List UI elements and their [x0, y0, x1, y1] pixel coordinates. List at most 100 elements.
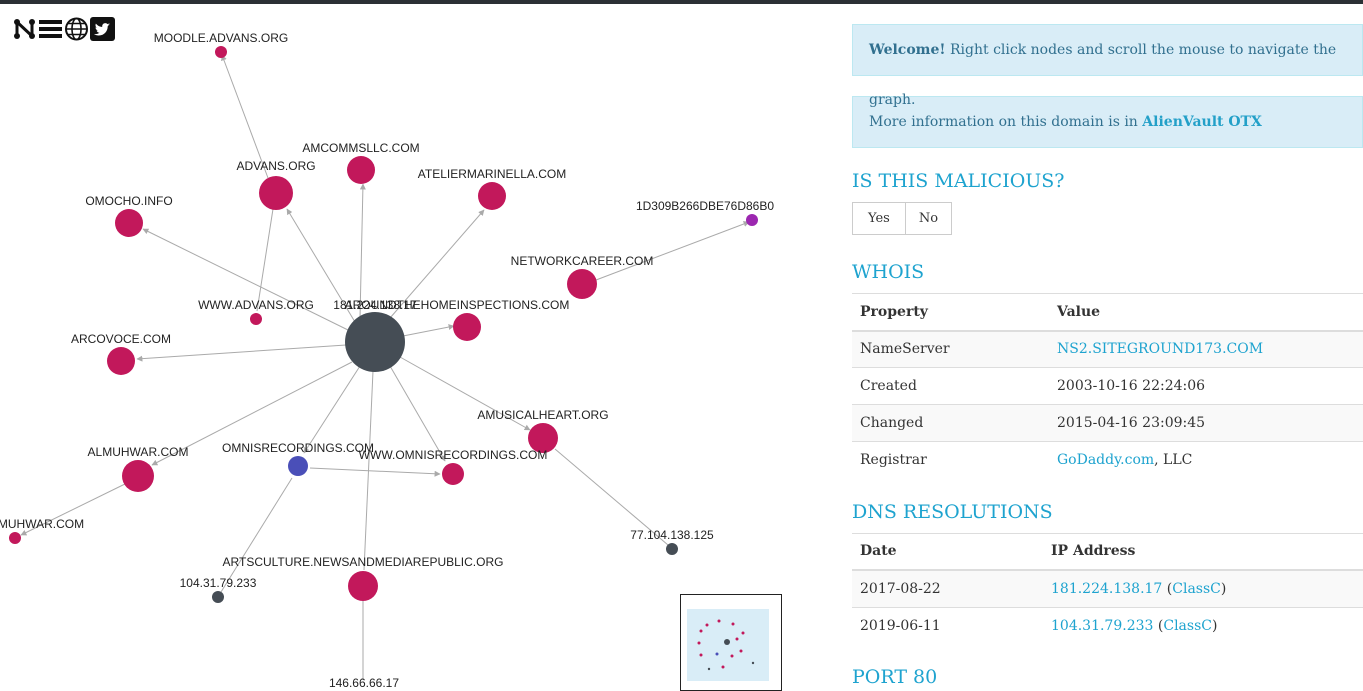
graph-node[interactable]: MOODLE.ADVANS.ORG: [154, 31, 288, 58]
graph-node-circle[interactable]: [478, 182, 506, 210]
graph-node-circle[interactable]: [107, 347, 135, 375]
graph-node[interactable]: AMUSICALHEART.ORG: [477, 408, 609, 453]
graph-node-label: ALMUHWAR.COM: [88, 445, 189, 459]
logo-bar: [12, 16, 115, 44]
whois-property: Created: [852, 367, 1049, 405]
graph-center-label: 181.224.138.17: [333, 298, 417, 312]
info-panel: Welcome! Right click nodes and scroll th…: [852, 24, 1363, 691]
graph-center-circle[interactable]: [345, 312, 405, 372]
alienvault-otx-link[interactable]: AlienVault OTX: [1142, 114, 1262, 130]
welcome-strong: Welcome!: [869, 42, 946, 58]
graph-node-circle[interactable]: [259, 176, 293, 210]
whois-property: Changed: [852, 404, 1049, 442]
graph-node-label: MUHWAR.COM: [0, 517, 84, 531]
graph-node-circle[interactable]: [666, 543, 678, 555]
graph-node[interactable]: 104.31.79.233: [180, 576, 257, 603]
registrar-suffix: , LLC: [1154, 452, 1193, 469]
graph-node[interactable]: ARTSCULTURE.NEWSANDMEDIAREPUBLIC.ORG: [223, 555, 504, 601]
dns-col-ip: IP Address: [1043, 532, 1363, 571]
whois-value: 2003-10-16 22:24:06: [1049, 367, 1363, 405]
graph-node[interactable]: 146.66.66.17: [329, 676, 399, 690]
graph-node[interactable]: MUHWAR.COM: [0, 517, 84, 544]
whois-property: Registrar: [852, 441, 1049, 479]
welcome-alert: Welcome! Right click nodes and scroll th…: [852, 24, 1363, 108]
graph-node-label: OMNISRECORDINGS.COM: [222, 441, 374, 455]
graph-node-circle[interactable]: [453, 313, 481, 341]
graph-node[interactable]: WWW.OMNISRECORDINGS.COM: [359, 448, 548, 485]
graph-node-label: AMUSICALHEART.ORG: [477, 408, 608, 422]
table-row: Registrar GoDaddy.com, LLC: [852, 441, 1363, 479]
nameserver-link[interactable]: NS2.SITEGROUND173.COM: [1057, 341, 1263, 357]
table-row: NameServer NS2.SITEGROUND173.COM: [852, 330, 1363, 368]
graph-node[interactable]: WWW.ADVANS.ORG: [198, 298, 314, 325]
class-link[interactable]: ClassC: [1172, 581, 1221, 597]
graph-node-circle[interactable]: [250, 313, 262, 325]
graph-node-circle[interactable]: [347, 156, 375, 184]
graph-node[interactable]: NETWORKCAREER.COM: [511, 254, 654, 299]
malicious-heading: IS THIS MALICIOUS?: [852, 170, 1065, 192]
minimap-viewport[interactable]: [687, 609, 769, 681]
graph-node[interactable]: ALMUHWAR.COM: [88, 445, 189, 492]
graph-node[interactable]: ATELIERMARINELLA.COM: [418, 167, 566, 210]
dns-heading: DNS RESOLUTIONS: [852, 500, 1053, 523]
whois-heading: WHOIS: [852, 261, 925, 283]
ip-link[interactable]: 181.224.138.17: [1051, 581, 1162, 597]
graph-node[interactable]: 1D309B266DBE76D86B0: [636, 199, 774, 226]
graph-node-circle[interactable]: [746, 214, 758, 226]
graph-node-label: 77.104.138.125: [630, 528, 714, 542]
graph-node[interactable]: OMNISRECORDINGS.COM: [222, 441, 374, 476]
graph-center-node[interactable]: 181.224.138.17: [333, 298, 417, 372]
graph-node-circle[interactable]: [212, 591, 224, 603]
dns-table: Date IP Address 2017-08-22 181.224.138.1…: [852, 532, 1363, 644]
dns-col-date: Date: [852, 532, 1043, 571]
class-link[interactable]: ClassC: [1163, 618, 1212, 634]
graph-node-circle[interactable]: [567, 269, 597, 299]
graph-node[interactable]: ARCOVOCE.COM: [71, 332, 171, 375]
graph-node-label: 146.66.66.17: [329, 676, 399, 690]
graph-node-circle[interactable]: [348, 571, 378, 601]
domain-graph[interactable]: MOODLE.ADVANS.ORG AMCOMMSLLC.COM ADVANS.OR…: [0, 4, 840, 691]
dns-date: 2019-06-11: [852, 606, 1043, 644]
graph-node-circle[interactable]: [288, 456, 308, 476]
graph-node-label: MOODLE.ADVANS.ORG: [154, 31, 288, 45]
graph-node-label: ARTSCULTURE.NEWSANDMEDIAREPUBLIC.ORG: [223, 555, 504, 569]
graph-node-label: ARCOVOCE.COM: [71, 332, 171, 346]
graph-node-label: NETWORKCAREER.COM: [511, 254, 654, 268]
otx-info-text: More information on this domain is in: [869, 114, 1143, 130]
graph-node-label: 104.31.79.233: [180, 576, 257, 590]
graph-node-circle[interactable]: [122, 460, 154, 492]
table-row: Created 2003-10-16 22:24:06: [852, 367, 1363, 405]
graph-node-circle[interactable]: [9, 532, 21, 544]
whois-col-value: Value: [1049, 293, 1363, 332]
graph-nodes[interactable]: MOODLE.ADVANS.ORG AMCOMMSLLC.COM ADVANS.OR…: [0, 31, 774, 690]
table-row: Changed 2015-04-16 23:09:45: [852, 404, 1363, 442]
yes-button[interactable]: Yes: [852, 202, 906, 235]
twitter-icon[interactable]: [90, 16, 115, 42]
graph-node[interactable]: 77.104.138.125: [630, 528, 714, 555]
globe-icon[interactable]: [64, 16, 89, 42]
port-heading: PORT 80: [852, 666, 938, 688]
graph-minimap[interactable]: [680, 594, 782, 691]
graph-node-circle[interactable]: [215, 46, 227, 58]
graph-node[interactable]: OMOCHO.INFO: [85, 194, 173, 237]
whois-col-property: Property: [852, 293, 1049, 332]
ip-link[interactable]: 104.31.79.233: [1051, 618, 1153, 634]
graph-node-label: ADVANS.ORG: [236, 159, 315, 173]
whois-value: 2015-04-16 23:09:45: [1049, 404, 1363, 442]
whois-property: NameServer: [852, 330, 1049, 368]
graph-node-label: OMOCHO.INFO: [85, 194, 172, 208]
table-row: 2017-08-22 181.224.138.17 (ClassC): [852, 569, 1363, 607]
otx-info-alert: More information on this domain is in Al…: [852, 96, 1363, 148]
graph-node[interactable]: ADVANS.ORG: [236, 159, 316, 210]
graph-node-circle[interactable]: [442, 463, 464, 485]
dns-date: 2017-08-22: [852, 569, 1043, 607]
neo-logo-icon[interactable]: [12, 16, 37, 42]
graph-node[interactable]: AMCOMMSLLC.COM: [302, 141, 420, 184]
no-button[interactable]: No: [905, 202, 953, 235]
graph-node-circle[interactable]: [115, 209, 143, 237]
registrar-link[interactable]: GoDaddy.com: [1057, 452, 1154, 468]
malicious-vote-group: Yes No: [852, 202, 1363, 235]
graph-node-label: WWW.ADVANS.ORG: [198, 298, 314, 312]
list-icon[interactable]: [38, 16, 63, 42]
graph-node-label: WWW.OMNISRECORDINGS.COM: [359, 448, 548, 462]
